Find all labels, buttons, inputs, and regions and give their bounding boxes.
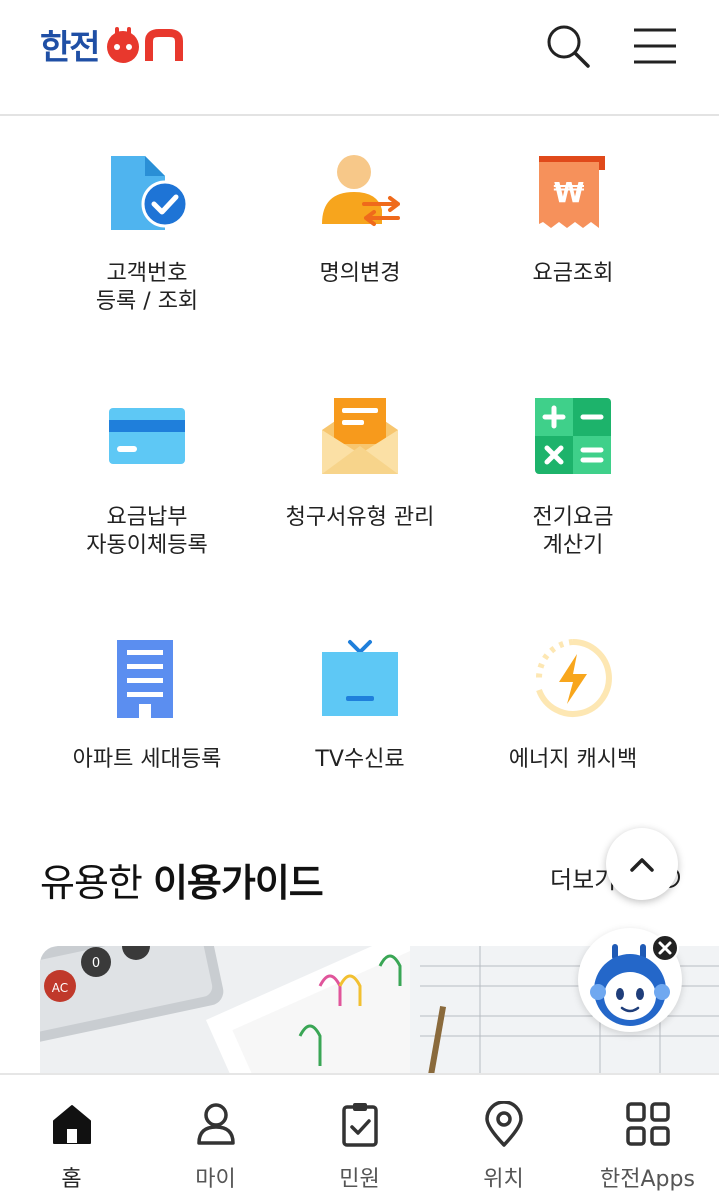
hamburger-menu-button[interactable] (628, 22, 684, 70)
menu-item-customer-number[interactable]: 고객번호 등록 / 조회 (32, 152, 262, 322)
apartment-icon (117, 640, 173, 718)
guide-title-bold: 이용가이드 (152, 861, 324, 905)
clipboard-check-icon (341, 1103, 378, 1147)
kepco-on-logo[interactable]: 한전 (40, 20, 207, 69)
guide-section-title: 유용한 이용가이드 (40, 852, 324, 907)
menu-item-bill-type[interactable]: 청구서유형 관리 (245, 396, 475, 566)
scroll-top-button[interactable] (606, 828, 678, 900)
person-transfer-icon (322, 155, 400, 226)
search-icon (547, 25, 590, 68)
nav-item-home[interactable]: 홈 (0, 1075, 143, 1199)
nav-item-complaint[interactable]: 민원 (288, 1075, 431, 1199)
menu-item-label: 청구서유형 관리 (285, 505, 435, 530)
person-icon (196, 1103, 235, 1145)
menu-item-bill-inquiry[interactable]: ₩ 요금조회 (458, 152, 688, 322)
location-pin-icon (484, 1101, 523, 1147)
menu-item-energy-cashback[interactable]: 에너지 캐시백 (458, 638, 688, 778)
calculator-icon (535, 398, 611, 474)
home-icon (52, 1105, 91, 1144)
nav-label: 홈 (61, 1167, 82, 1192)
app-header: 한전 (0, 0, 719, 116)
menu-item-label: 고객번호 등록 / 조회 (95, 261, 199, 314)
mascot-close-button[interactable] (651, 934, 679, 962)
search-button[interactable] (540, 18, 596, 74)
nav-label: 위치 (483, 1167, 524, 1192)
guide-title-plain: 유용한 (40, 861, 153, 905)
logo-text: 한전 (40, 28, 101, 68)
chevron-up-icon (630, 858, 654, 872)
menu-item-label: 요금조회 (532, 261, 614, 286)
menu-item-auto-payment[interactable]: 요금납부 자동이체등록 (32, 396, 262, 566)
svg-text:0: 0 (92, 956, 100, 971)
menu-item-label: 요금납부 자동이체등록 (86, 505, 208, 558)
svg-text:₩: ₩ (554, 176, 585, 209)
nav-item-my[interactable]: 마이 (144, 1075, 287, 1199)
svg-text:AC: AC (52, 981, 68, 995)
document-check-icon (111, 156, 187, 230)
tv-icon (322, 640, 398, 716)
credit-card-icon (109, 408, 185, 464)
menu-item-label: TV수신료 (315, 747, 405, 772)
nav-label: 마이 (195, 1167, 236, 1192)
envelope-icon (322, 398, 398, 474)
menu-item-tv-fee[interactable]: TV수신료 (245, 638, 475, 778)
menu-item-label: 에너지 캐시백 (508, 747, 638, 772)
nav-item-location[interactable]: 위치 (432, 1075, 575, 1199)
close-icon (658, 941, 672, 955)
menu-item-label: 전기요금 계산기 (532, 505, 614, 558)
nav-label: 민원 (339, 1167, 380, 1192)
energy-cashback-icon (535, 639, 612, 717)
logo-on-mark (106, 26, 183, 63)
menu-item-name-change[interactable]: 명의변경 (245, 152, 475, 322)
nav-item-kepco-apps[interactable]: 한전Apps (576, 1075, 719, 1199)
nav-label: 한전Apps (600, 1167, 695, 1192)
menu-item-label: 아파트 세대등록 (72, 747, 222, 772)
bottom-navigation: 홈 마이 민원 위치 한전Apps (0, 1073, 719, 1199)
won-receipt-icon: ₩ (539, 156, 605, 228)
menu-item-apartment[interactable]: 아파트 세대등록 (32, 638, 262, 778)
menu-item-calculator[interactable]: 전기요금 계산기 (458, 396, 688, 566)
apps-grid-icon (625, 1102, 670, 1146)
hamburger-icon (634, 28, 676, 64)
menu-item-label: 명의변경 (319, 261, 401, 286)
